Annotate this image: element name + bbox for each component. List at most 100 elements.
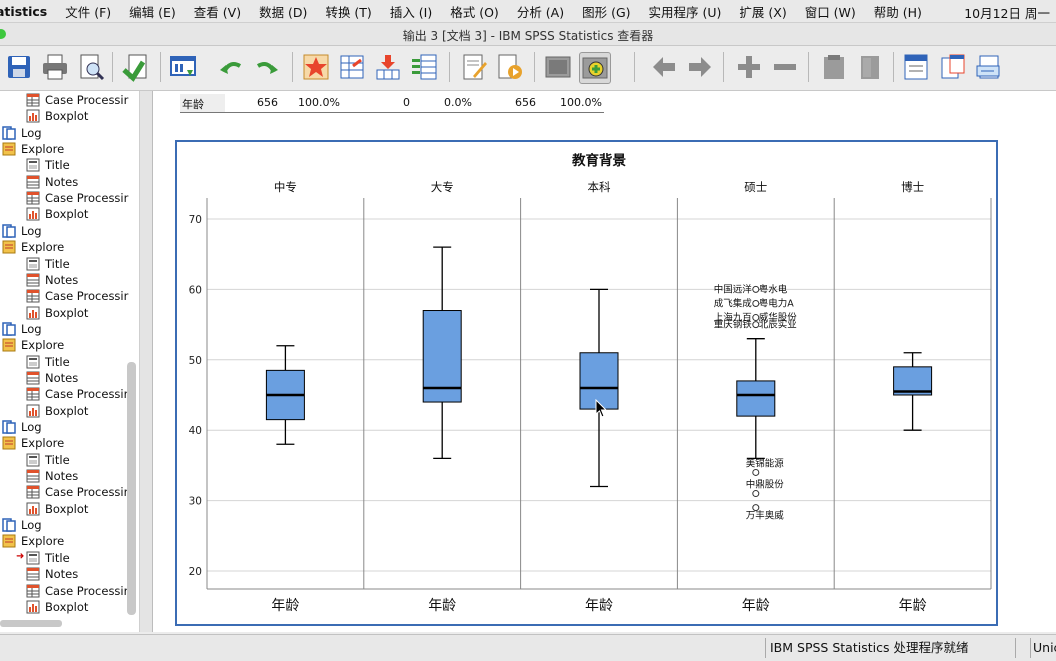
outline-item[interactable]: Case Processir bbox=[26, 484, 128, 500]
outline-item[interactable]: Title bbox=[26, 157, 70, 173]
outlier-point bbox=[752, 490, 760, 498]
chart-icon bbox=[26, 306, 40, 320]
outline-item[interactable]: Explore bbox=[2, 337, 64, 353]
notes-icon bbox=[26, 175, 40, 189]
outline-item[interactable]: Explore bbox=[2, 435, 64, 451]
outline-item[interactable]: Log bbox=[2, 419, 42, 435]
outline-item[interactable]: Boxplot bbox=[26, 501, 88, 517]
redo-icon[interactable] bbox=[252, 52, 282, 82]
menu-view[interactable]: 查看 (V) bbox=[194, 2, 241, 21]
export-icon[interactable] bbox=[121, 52, 151, 82]
outline-item[interactable]: Notes bbox=[26, 468, 78, 484]
outline-item[interactable]: Log bbox=[2, 125, 42, 141]
print-preview-icon[interactable] bbox=[76, 52, 106, 82]
outline-item-label: Case Processir bbox=[45, 485, 129, 500]
menu-utilities[interactable]: 实用程序 (U) bbox=[649, 2, 722, 21]
menu-extensions[interactable]: 扩展 (X) bbox=[739, 2, 786, 21]
outline-item[interactable]: Boxplot bbox=[26, 403, 88, 419]
insert-heading-icon[interactable] bbox=[901, 52, 931, 82]
goto-variable-icon[interactable] bbox=[373, 52, 403, 82]
outline-item[interactable]: Notes bbox=[26, 566, 78, 582]
pane-splitter[interactable] bbox=[139, 91, 153, 632]
expand-icon[interactable] bbox=[734, 52, 764, 82]
explore-icon bbox=[2, 436, 16, 450]
outline-item[interactable]: Explore bbox=[2, 239, 64, 255]
collapse-icon[interactable] bbox=[770, 52, 800, 82]
window-title: 输出 3 [文档 3] - IBM SPSS Statistics 查看器 bbox=[402, 29, 654, 43]
menu-transform[interactable]: 转换 (T) bbox=[325, 2, 371, 21]
insert-text-icon[interactable] bbox=[974, 52, 1004, 82]
title-icon bbox=[26, 355, 40, 369]
outline-item[interactable]: Title bbox=[26, 256, 70, 272]
menu-format[interactable]: 格式 (O) bbox=[450, 2, 499, 21]
y-tick-label: 60 bbox=[189, 284, 202, 296]
outline-item[interactable]: Case Processir bbox=[26, 583, 128, 599]
outline-item-label: Boxplot bbox=[45, 109, 89, 124]
outline-item[interactable]: Notes bbox=[26, 272, 78, 288]
outline-item[interactable]: Title bbox=[26, 452, 70, 468]
outline-item[interactable]: Case Processir bbox=[26, 386, 128, 402]
back-icon[interactable] bbox=[649, 52, 679, 82]
insert-title-icon[interactable] bbox=[938, 52, 968, 82]
outline-horizontal-scrollbar[interactable] bbox=[0, 620, 62, 627]
save-icon[interactable] bbox=[4, 52, 34, 82]
panel-label: 本科 bbox=[588, 180, 611, 194]
menu-help[interactable]: 帮助 (H) bbox=[874, 2, 922, 21]
outline-item[interactable]: Title bbox=[26, 354, 70, 370]
panel-label: 博士 bbox=[901, 180, 924, 194]
app-menu[interactable]: atistics bbox=[0, 4, 47, 19]
menu-insert[interactable]: 插入 (I) bbox=[390, 2, 432, 21]
menu-edit[interactable]: 编辑 (E) bbox=[129, 2, 176, 21]
outline-item[interactable]: Boxplot bbox=[26, 206, 88, 222]
outline-item[interactable]: Log bbox=[2, 321, 42, 337]
menu-graphs[interactable]: 图形 (G) bbox=[582, 2, 630, 21]
outline-item[interactable]: Case Processir bbox=[26, 190, 128, 206]
outline-vertical-scrollbar[interactable] bbox=[127, 362, 136, 615]
outlier-label: 万丰奥威 bbox=[746, 510, 785, 522]
outline-item[interactable]: Notes bbox=[26, 370, 78, 386]
outline-item[interactable]: Case Processir bbox=[26, 288, 128, 304]
y-tick-label: 40 bbox=[189, 425, 202, 437]
menu-window[interactable]: 窗口 (W) bbox=[805, 2, 856, 21]
table-cell: 0.0% bbox=[444, 96, 472, 109]
focus-icon[interactable] bbox=[579, 52, 611, 84]
outline-item-label: Log bbox=[21, 518, 42, 533]
outline-item[interactable]: Title bbox=[26, 550, 70, 566]
show-all-icon[interactable] bbox=[543, 52, 573, 82]
outline-item[interactable]: Log bbox=[2, 223, 42, 239]
table-icon bbox=[26, 289, 40, 303]
variables-icon[interactable] bbox=[409, 52, 439, 82]
menu-data[interactable]: 数据 (D) bbox=[259, 2, 307, 21]
outline-item[interactable]: Log bbox=[2, 517, 42, 533]
undo-icon[interactable] bbox=[216, 52, 246, 82]
outline-item[interactable]: Explore bbox=[2, 533, 64, 549]
outline-item[interactable]: Boxplot bbox=[26, 108, 88, 124]
table-cell: 656 bbox=[515, 96, 536, 109]
table-cell: 0 bbox=[403, 96, 410, 109]
boxplot-chart: 教育背景 20 30 40 50 60 70 中专年龄 大专年龄 本科年龄 硕士年龄 中国远洋 粤水电成… bbox=[189, 152, 992, 614]
show-icon[interactable] bbox=[819, 52, 849, 82]
menu-file[interactable]: 文件 (F) bbox=[65, 2, 111, 21]
chart-icon bbox=[26, 109, 40, 123]
outline-item-label: Log bbox=[21, 223, 42, 238]
recall-dialog-icon[interactable] bbox=[168, 52, 198, 82]
create-annotation-icon[interactable] bbox=[495, 52, 525, 82]
table-icon bbox=[26, 485, 40, 499]
notes-icon bbox=[26, 273, 40, 287]
create-title-icon[interactable] bbox=[459, 52, 489, 82]
outlier-label: 美锦能源 bbox=[746, 457, 785, 469]
forward-icon[interactable] bbox=[685, 52, 715, 82]
outline-item[interactable]: Boxplot bbox=[26, 599, 88, 615]
log-icon bbox=[2, 224, 16, 238]
goto-data-icon[interactable] bbox=[301, 52, 331, 82]
outline-item[interactable]: Boxplot bbox=[26, 305, 88, 321]
outline-item[interactable]: Case Processir bbox=[26, 92, 128, 108]
goto-case-icon[interactable] bbox=[337, 52, 367, 82]
hide-icon[interactable] bbox=[855, 52, 885, 82]
outline-item[interactable]: Notes bbox=[26, 174, 78, 190]
outlier-label: 北辰实业 bbox=[759, 319, 797, 331]
chart-icon bbox=[26, 404, 40, 418]
menu-analyze[interactable]: 分析 (A) bbox=[517, 2, 564, 21]
outline-item[interactable]: Explore bbox=[2, 141, 64, 157]
print-icon[interactable] bbox=[40, 52, 70, 82]
